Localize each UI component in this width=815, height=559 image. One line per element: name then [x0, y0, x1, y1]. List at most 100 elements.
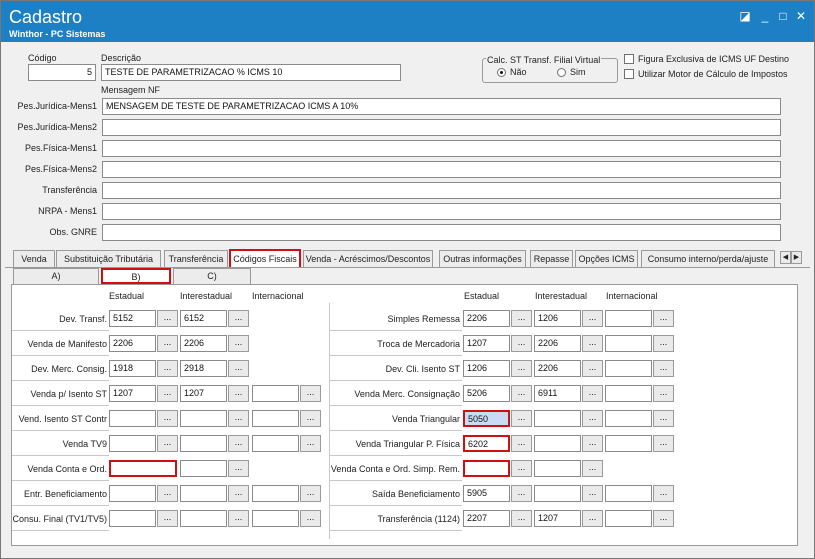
right-interestadual-input[interactable]: 2206 — [534, 335, 581, 352]
right-internacional-input[interactable] — [605, 510, 652, 527]
left-interestadual-input[interactable]: 1207 — [180, 385, 227, 402]
right-internacional-input[interactable] — [605, 310, 652, 327]
right-internacional-lookup-button[interactable]: ... — [653, 435, 674, 452]
right-interestadual-input[interactable] — [534, 410, 581, 427]
tab-consumo-interno[interactable]: Consumo interno/perda/ajuste — [641, 250, 775, 268]
close-icon[interactable]: ✕ — [794, 9, 808, 23]
subtab-b[interactable]: B) — [101, 268, 171, 284]
right-interestadual-lookup-button[interactable]: ... — [582, 460, 603, 477]
left-internacional-input[interactable] — [252, 510, 299, 527]
message-input[interactable] — [102, 182, 781, 199]
message-input[interactable] — [102, 224, 781, 241]
right-estadual-lookup-button[interactable]: ... — [511, 460, 532, 477]
right-interestadual-input[interactable]: 2206 — [534, 360, 581, 377]
left-estadual-lookup-button[interactable]: ... — [157, 385, 178, 402]
right-interestadual-lookup-button[interactable]: ... — [582, 435, 603, 452]
left-interestadual-input[interactable]: 6152 — [180, 310, 227, 327]
left-estadual-lookup-button[interactable]: ... — [157, 485, 178, 502]
right-estadual-input[interactable]: 2207 — [463, 510, 510, 527]
descricao-input[interactable]: TESTE DE PARAMETRIZACAO % ICMS 10 — [101, 64, 401, 81]
left-internacional-input[interactable] — [252, 485, 299, 502]
tab-substituicao-tributaria[interactable]: Substituição Tributária — [56, 250, 161, 268]
left-interestadual-lookup-button[interactable]: ... — [228, 485, 249, 502]
right-interestadual-lookup-button[interactable]: ... — [582, 510, 603, 527]
motor-checkbox[interactable] — [624, 69, 634, 79]
right-estadual-lookup-button[interactable]: ... — [511, 410, 532, 427]
right-internacional-input[interactable] — [605, 485, 652, 502]
left-estadual-input[interactable] — [109, 460, 177, 477]
right-estadual-lookup-button[interactable]: ... — [511, 360, 532, 377]
right-estadual-input[interactable] — [463, 460, 510, 477]
right-interestadual-lookup-button[interactable]: ... — [582, 410, 603, 427]
left-estadual-lookup-button[interactable]: ... — [157, 335, 178, 352]
right-estadual-lookup-button[interactable]: ... — [511, 485, 532, 502]
right-internacional-lookup-button[interactable]: ... — [653, 410, 674, 427]
right-interestadual-input[interactable] — [534, 435, 581, 452]
right-estadual-lookup-button[interactable]: ... — [511, 510, 532, 527]
right-estadual-lookup-button[interactable]: ... — [511, 385, 532, 402]
left-interestadual-input[interactable] — [180, 510, 227, 527]
right-interestadual-input[interactable] — [534, 485, 581, 502]
subtab-c[interactable]: C) — [173, 268, 251, 284]
right-interestadual-lookup-button[interactable]: ... — [582, 385, 603, 402]
right-internacional-input[interactable] — [605, 335, 652, 352]
left-interestadual-lookup-button[interactable]: ... — [228, 385, 249, 402]
tab-scroll-left-icon[interactable]: ◀ — [780, 251, 791, 264]
left-interestadual-lookup-button[interactable]: ... — [228, 310, 249, 327]
right-interestadual-lookup-button[interactable]: ... — [582, 310, 603, 327]
right-interestadual-lookup-button[interactable]: ... — [582, 485, 603, 502]
left-interestadual-lookup-button[interactable]: ... — [228, 435, 249, 452]
left-estadual-lookup-button[interactable]: ... — [157, 510, 178, 527]
left-estadual-input[interactable] — [109, 485, 156, 502]
left-interestadual-lookup-button[interactable]: ... — [228, 410, 249, 427]
left-interestadual-input[interactable] — [180, 435, 227, 452]
left-estadual-input[interactable]: 1918 — [109, 360, 156, 377]
left-estadual-input[interactable] — [109, 510, 156, 527]
left-estadual-lookup-button[interactable]: ... — [157, 360, 178, 377]
left-internacional-lookup-button[interactable]: ... — [300, 510, 321, 527]
right-internacional-lookup-button[interactable]: ... — [653, 360, 674, 377]
tab-venda-acrescimos[interactable]: Venda - Acréscimos/Descontos — [303, 250, 433, 268]
right-internacional-lookup-button[interactable]: ... — [653, 485, 674, 502]
message-input[interactable] — [102, 161, 781, 178]
tab-venda[interactable]: Venda — [13, 250, 55, 268]
left-estadual-input[interactable]: 5152 — [109, 310, 156, 327]
right-estadual-input[interactable]: 2206 — [463, 310, 510, 327]
left-estadual-input[interactable] — [109, 435, 156, 452]
left-internacional-input[interactable] — [252, 410, 299, 427]
tab-transferencia[interactable]: Transferência — [164, 250, 228, 268]
right-estadual-input[interactable]: 1206 — [463, 360, 510, 377]
right-estadual-lookup-button[interactable]: ... — [511, 435, 532, 452]
left-interestadual-lookup-button[interactable]: ... — [228, 360, 249, 377]
right-interestadual-input[interactable] — [534, 460, 581, 477]
radio-nao[interactable] — [497, 68, 506, 77]
left-interestadual-lookup-button[interactable]: ... — [228, 460, 249, 477]
left-estadual-input[interactable]: 2206 — [109, 335, 156, 352]
right-internacional-input[interactable] — [605, 360, 652, 377]
left-interestadual-input[interactable]: 2206 — [180, 335, 227, 352]
right-internacional-lookup-button[interactable]: ... — [653, 510, 674, 527]
codigo-input[interactable]: 5 — [28, 64, 96, 81]
left-internacional-lookup-button[interactable]: ... — [300, 385, 321, 402]
left-estadual-input[interactable] — [109, 410, 156, 427]
message-input[interactable]: MENSAGEM DE TESTE DE PARAMETRIZACAO ICMS… — [102, 98, 781, 115]
left-internacional-input[interactable] — [252, 435, 299, 452]
left-internacional-input[interactable] — [252, 385, 299, 402]
tab-codigos-fiscais[interactable]: Códigos Fiscais — [229, 249, 301, 268]
right-interestadual-lookup-button[interactable]: ... — [582, 335, 603, 352]
left-internacional-lookup-button[interactable]: ... — [300, 485, 321, 502]
message-input[interactable] — [102, 203, 781, 220]
right-estadual-input[interactable]: 5050 — [463, 410, 510, 427]
tab-scroll-right-icon[interactable]: ▶ — [791, 251, 802, 264]
left-estadual-lookup-button[interactable]: ... — [157, 310, 178, 327]
right-internacional-input[interactable] — [605, 410, 652, 427]
right-internacional-lookup-button[interactable]: ... — [653, 310, 674, 327]
minimize-icon[interactable]: _ — [758, 9, 772, 23]
left-estadual-input[interactable]: 1207 — [109, 385, 156, 402]
subtab-a[interactable]: A) — [13, 268, 99, 284]
radio-sim[interactable] — [557, 68, 566, 77]
right-interestadual-input[interactable]: 1206 — [534, 310, 581, 327]
right-internacional-lookup-button[interactable]: ... — [653, 335, 674, 352]
right-internacional-input[interactable] — [605, 435, 652, 452]
restore-icon[interactable]: ◪ — [738, 9, 752, 23]
